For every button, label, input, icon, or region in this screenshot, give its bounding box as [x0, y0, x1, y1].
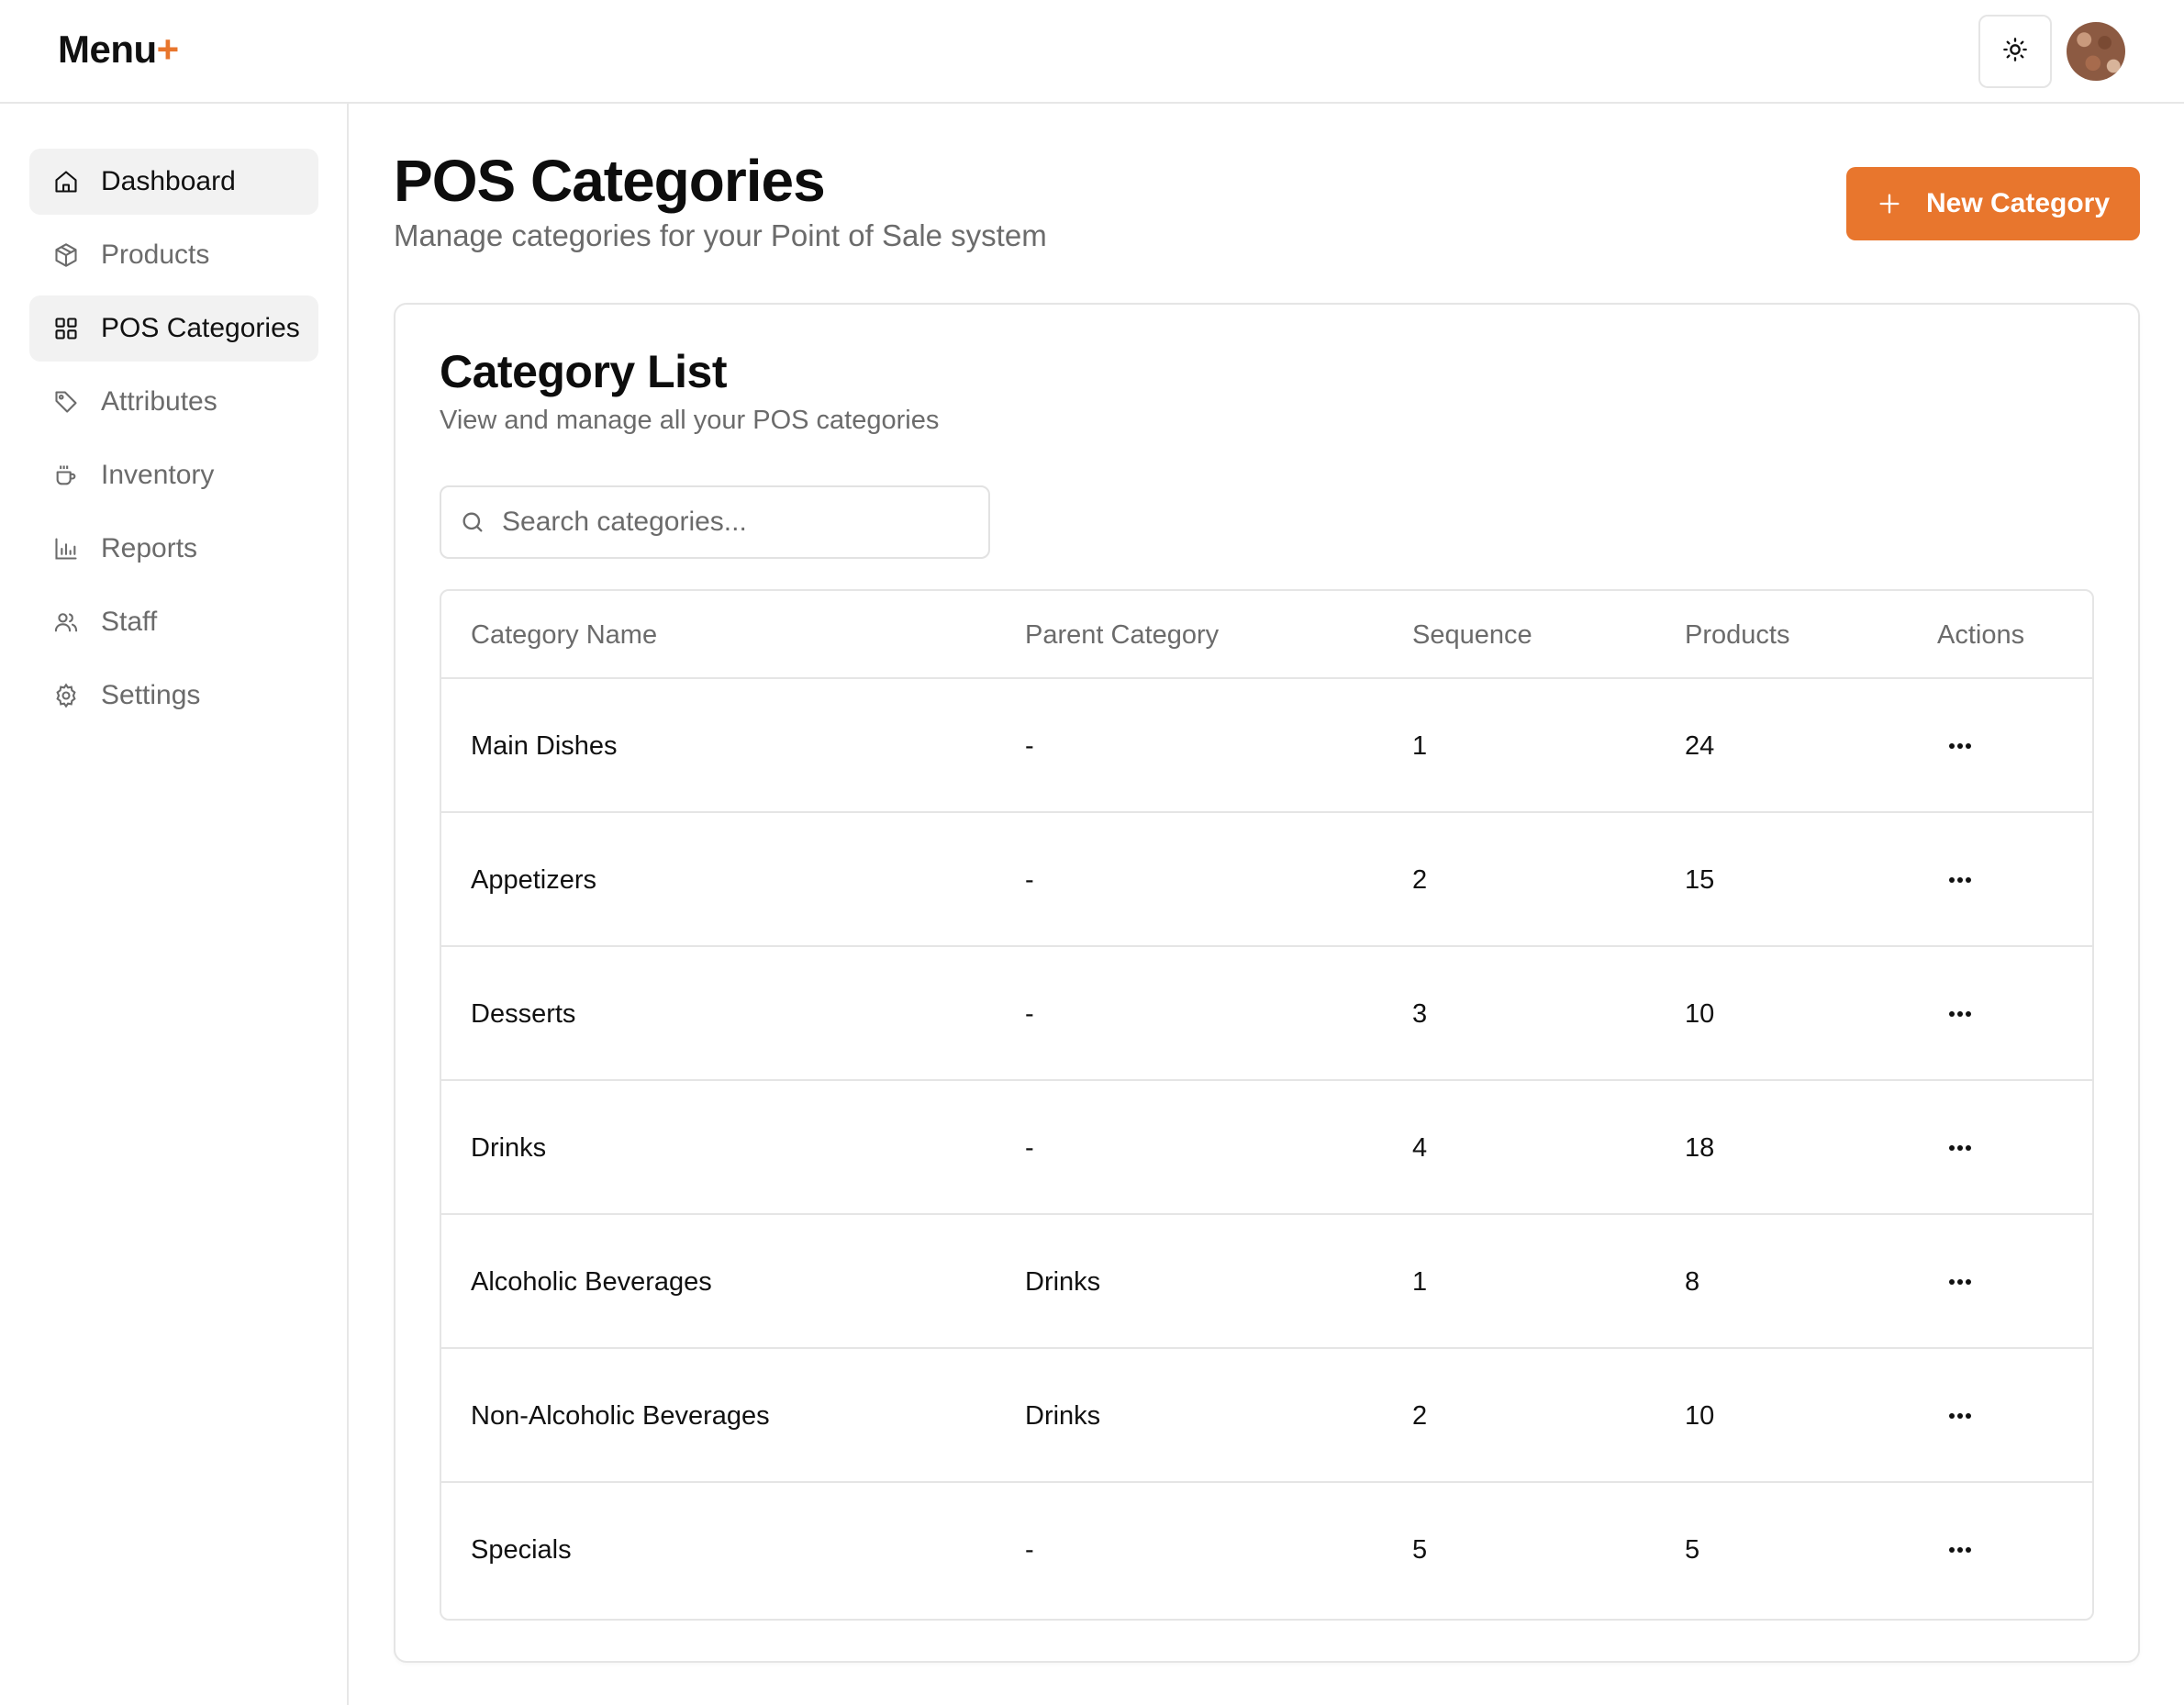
column-header-actions: Actions: [1937, 620, 2025, 650]
more-horizontal-icon: [1948, 872, 1972, 888]
plus-icon: [1877, 191, 1902, 217]
table-row[interactable]: Desserts - 3 10: [441, 947, 2092, 1081]
row-actions-button[interactable]: [1942, 728, 1978, 764]
logo-plus: +: [156, 28, 180, 71]
categories-table: Category Name Parent Category Sequence P…: [440, 589, 2094, 1621]
cell-products: 24: [1685, 731, 1715, 761]
more-horizontal-icon: [1948, 1274, 1972, 1290]
sidebar-item-attributes[interactable]: Attributes: [29, 369, 318, 435]
row-actions-button[interactable]: [1942, 1532, 1978, 1568]
card-subtitle: View and manage all your POS categories: [440, 406, 940, 435]
cell-products: 10: [1685, 999, 1715, 1029]
row-actions-button[interactable]: [1942, 996, 1978, 1032]
tag-icon: [51, 387, 81, 417]
box-icon: [51, 240, 81, 270]
cell-parent-category: -: [1025, 1133, 1034, 1163]
cell-products: 10: [1685, 1401, 1715, 1431]
sidebar-item-label: Inventory: [101, 460, 215, 490]
sidebar-item-label: Reports: [101, 533, 198, 563]
sidebar-item-staff[interactable]: Staff: [29, 589, 318, 655]
cell-category-name: Drinks: [471, 1133, 547, 1163]
cell-parent-category: Drinks: [1025, 1267, 1101, 1297]
cup-icon: [51, 461, 81, 490]
sidebar-item-inventory[interactable]: Inventory: [29, 442, 318, 508]
sun-icon: [2002, 37, 2028, 67]
search-icon: [460, 507, 489, 537]
column-header-sequence[interactable]: Sequence: [1412, 591, 1532, 679]
sidebar-item-reports[interactable]: Reports: [29, 516, 318, 582]
sidebar-item-label: Attributes: [101, 386, 217, 417]
cell-parent-category: -: [1025, 1535, 1034, 1565]
cell-sequence: 1: [1412, 1267, 1428, 1297]
column-header-category-name[interactable]: Category Name: [471, 591, 657, 679]
cell-parent-category: -: [1025, 865, 1034, 895]
app-logo[interactable]: Menu+: [58, 28, 179, 72]
cell-sequence: 2: [1412, 865, 1428, 895]
sidebar-item-pos-categories[interactable]: POS Categories: [29, 295, 318, 362]
more-horizontal-icon: [1948, 1542, 1972, 1558]
cell-category-name: Non-Alcoholic Beverages: [471, 1401, 770, 1431]
cell-sequence: 2: [1412, 1401, 1428, 1431]
cell-sequence: 3: [1412, 999, 1428, 1029]
sidebar-item-label: Staff: [101, 607, 158, 637]
cell-products: 8: [1685, 1267, 1700, 1297]
column-header-products[interactable]: Products: [1685, 591, 1789, 679]
category-list-card: Category List View and manage all your P…: [394, 303, 2140, 1663]
more-horizontal-icon: [1948, 1408, 1972, 1424]
table-row[interactable]: Appetizers - 2 15: [441, 813, 2092, 947]
sidebar-item-settings[interactable]: Settings: [29, 663, 318, 729]
row-actions-button[interactable]: [1942, 1130, 1978, 1166]
home-icon: [51, 167, 81, 196]
cell-sequence: 1: [1412, 731, 1428, 761]
cell-category-name: Alcoholic Beverages: [471, 1267, 712, 1297]
column-header-parent-category[interactable]: Parent Category: [1025, 591, 1219, 679]
top-header: Menu+: [0, 0, 2184, 104]
cell-category-name: Desserts: [471, 999, 576, 1029]
table-row[interactable]: Main Dishes - 1 24: [441, 679, 2092, 813]
cell-parent-category: Drinks: [1025, 1401, 1101, 1431]
table-header: Category Name Parent Category Sequence P…: [441, 591, 2092, 679]
theme-toggle-button[interactable]: [1978, 15, 2052, 88]
table-row[interactable]: Specials - 5 5: [441, 1483, 2092, 1617]
gear-icon: [51, 681, 81, 710]
more-horizontal-icon: [1948, 738, 1972, 754]
card-title: Category List: [440, 346, 728, 397]
cell-parent-category: -: [1025, 999, 1034, 1029]
more-horizontal-icon: [1948, 1140, 1972, 1156]
row-actions-button[interactable]: [1942, 1398, 1978, 1434]
sidebar: Dashboard Products POS Categories Attrib…: [0, 104, 349, 1705]
grid-icon: [51, 314, 81, 343]
search-input[interactable]: [502, 507, 979, 538]
table-row[interactable]: Drinks - 4 18: [441, 1081, 2092, 1215]
row-actions-button[interactable]: [1942, 862, 1978, 898]
cell-sequence: 5: [1412, 1535, 1428, 1565]
table-row[interactable]: Non-Alcoholic Beverages Drinks 2 10: [441, 1349, 2092, 1483]
sidebar-item-label: POS Categories: [101, 313, 300, 343]
user-avatar[interactable]: [2067, 22, 2125, 81]
cell-products: 5: [1685, 1535, 1700, 1565]
cell-category-name: Appetizers: [471, 865, 597, 895]
cell-sequence: 4: [1412, 1133, 1428, 1163]
cell-products: 18: [1685, 1133, 1715, 1163]
cell-parent-category: -: [1025, 731, 1034, 761]
table-row[interactable]: Alcoholic Beverages Drinks 1 8: [441, 1215, 2092, 1349]
new-category-button[interactable]: New Category: [1846, 167, 2140, 240]
cell-category-name: Main Dishes: [471, 731, 618, 761]
row-actions-button[interactable]: [1942, 1264, 1978, 1300]
cell-category-name: Specials: [471, 1535, 572, 1565]
page-title: POS Categories: [394, 148, 826, 214]
sidebar-item-dashboard[interactable]: Dashboard: [29, 149, 318, 215]
cell-products: 15: [1685, 865, 1715, 895]
sidebar-item-products[interactable]: Products: [29, 222, 318, 288]
bar-chart-icon: [51, 534, 81, 563]
page-subtitle: Manage categories for your Point of Sale…: [394, 218, 1047, 252]
sidebar-item-label: Dashboard: [101, 166, 236, 196]
more-horizontal-icon: [1948, 1006, 1972, 1022]
users-icon: [51, 607, 81, 637]
logo-text: Menu: [58, 28, 157, 71]
sidebar-item-label: Products: [101, 240, 210, 270]
sidebar-item-label: Settings: [101, 680, 201, 710]
search-box[interactable]: [440, 485, 990, 559]
new-category-label: New Category: [1925, 188, 2111, 218]
